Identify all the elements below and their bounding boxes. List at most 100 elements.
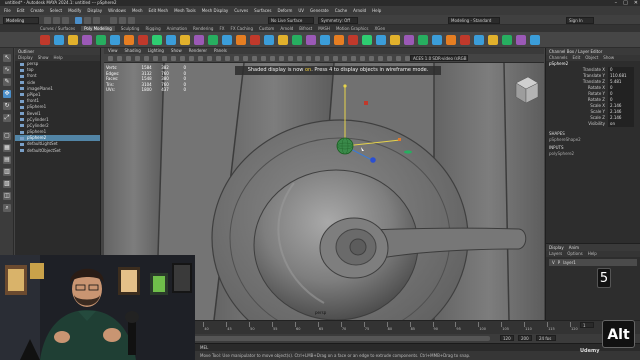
workspace-dropdown[interactable]: Modeling - Standard [448,17,500,24]
layers-menu[interactable]: Layers [549,251,562,257]
shelf-tab-arnold[interactable]: Arnold [280,26,293,31]
rotate-tool-icon[interactable]: ↻ [3,102,11,110]
four-view-icon[interactable]: ▦ [3,144,11,152]
viewport-tool-icon[interactable] [387,56,392,61]
shelf-tool-icon[interactable] [208,35,218,45]
tab-anim[interactable]: Anim [569,244,579,251]
shelf-tool-icon[interactable] [222,35,232,45]
viewport-tool-icon[interactable] [360,56,365,61]
viewport-tool-icon[interactable] [270,56,275,61]
open-scene-icon[interactable] [53,17,60,24]
shelf-tool-icon[interactable] [278,35,288,45]
new-scene-icon[interactable] [44,17,51,24]
viewport-tool-icon[interactable] [315,56,320,61]
tab-channel-box[interactable]: Channel Box / Layer Editor [549,48,602,55]
layer-playback-toggle[interactable]: P [558,259,560,266]
command-language-label[interactable]: MEL [200,345,208,350]
viewport-tool-icon[interactable] [234,56,239,61]
shelf-tool-icon[interactable] [250,35,260,45]
viewport-tool-icon[interactable] [171,56,176,61]
menu-select[interactable]: Select [50,8,62,13]
shelf-tool-icon[interactable] [54,35,64,45]
viewport-tool-icon[interactable] [162,56,167,61]
viewport-tool-icon[interactable] [378,56,383,61]
viewport-tool-icon[interactable] [135,56,140,61]
hypershade-view-icon[interactable]: ◫ [3,192,11,200]
shelf-tool-icon[interactable] [516,35,526,45]
viewport-tool-icon[interactable] [243,56,248,61]
save-scene-icon[interactable] [62,17,69,24]
shelf-tool-icon[interactable] [530,35,540,45]
split-view-icon[interactable]: ▥ [3,168,11,176]
shelf-tool-icon[interactable] [68,35,78,45]
shelf-tool-icon[interactable] [446,35,456,45]
paint-select-icon[interactable]: ✎ [3,78,11,86]
shelf-tool-icon[interactable] [96,35,106,45]
shelf-tool-icon[interactable] [334,35,344,45]
shelf-tool-icon[interactable] [390,35,400,45]
graph-view-icon[interactable]: ▧ [3,180,11,188]
channel-menu-object[interactable]: Object [585,55,598,61]
snap-grid-icon[interactable] [110,17,117,24]
anim-end-field[interactable]: 200 [518,335,532,341]
menu-modify[interactable]: Modify [68,8,81,13]
shelf-tool-icon[interactable] [82,35,92,45]
shelf-tab-xgen[interactable]: XGen [374,26,385,31]
shelf-tool-icon[interactable] [502,35,512,45]
viewport-tool-icon[interactable] [261,56,266,61]
select-component-icon[interactable] [93,17,100,24]
select-tool-icon[interactable]: ↖ [3,54,11,62]
shelf-tool-icon[interactable] [376,35,386,45]
range-bar[interactable] [190,336,490,341]
menu-edit[interactable]: Edit [17,8,25,13]
shelf-tool-icon[interactable] [166,35,176,45]
menu-mesh-display[interactable]: Mesh Display [202,8,229,13]
viewport-tool-icon[interactable] [279,56,284,61]
shelf-tool-icon[interactable] [320,35,330,45]
attribute-value[interactable]: on [608,121,634,127]
shelf-tab-custom[interactable]: Custom [259,26,274,31]
symmetry-dropdown[interactable]: Symmetry: Off [318,17,358,24]
shelf-tool-icon[interactable] [264,35,274,45]
shelf-tab-mash[interactable]: MASH [318,26,330,31]
viewport-tool-icon[interactable] [324,56,329,61]
menu-mesh[interactable]: Mesh [132,8,143,13]
menu-deform[interactable]: Deform [277,8,292,13]
shelf-tool-icon[interactable] [194,35,204,45]
shelf-tab-animation[interactable]: Animation [167,26,187,31]
shelf-tab-motion-graphics[interactable]: Motion Graphics [336,26,369,31]
shelf-tool-icon[interactable] [432,35,442,45]
menu-uv[interactable]: UV [298,8,304,13]
shelf-tool-icon[interactable] [292,35,302,45]
viewport-tool-icon[interactable] [351,56,356,61]
live-surface-field[interactable]: No Live Surface [268,17,314,24]
viewport-tool-icon[interactable] [216,56,221,61]
shelf-tool-icon[interactable] [180,35,190,45]
zoom-tool-icon[interactable]: ⌕ [3,204,11,212]
viewport-tool-icon[interactable] [117,56,122,61]
viewport-tool-icon[interactable] [144,56,149,61]
help-menu[interactable]: Help [588,251,597,257]
shelf-tab-curves-surfaces[interactable]: Curves / Surfaces [40,26,75,31]
range-end-field[interactable]: 120 [500,335,514,341]
viewport-tool-icon[interactable] [369,56,374,61]
input-node[interactable]: polySphere2 [546,151,640,157]
shelf-tool-icon[interactable] [124,35,134,45]
shelf-tab-fx-caching[interactable]: FX Caching [231,26,253,31]
menu-mesh-tools[interactable]: Mesh Tools [174,8,196,13]
snap-curve-icon[interactable] [119,17,126,24]
menu-edit-mesh[interactable]: Edit Mesh [149,8,169,13]
shelf-tool-icon[interactable] [40,35,50,45]
menu-windows[interactable]: Windows [108,8,126,13]
shelf-tool-icon[interactable] [110,35,120,45]
menu-generate[interactable]: Generate [310,8,329,13]
shelf-tool-icon[interactable] [362,35,372,45]
shelf-tab-rendering[interactable]: Rendering [193,26,213,31]
shelf-tab-fx[interactable]: FX [219,26,224,31]
viewport-tool-icon[interactable] [252,56,257,61]
layer-visibility-toggle[interactable]: V [552,259,555,266]
shelf-tool-icon[interactable] [138,35,148,45]
menu-file[interactable]: File [4,8,11,13]
shape-node[interactable]: pSphereShape2 [546,137,640,143]
viewport-tool-icon[interactable] [396,56,401,61]
